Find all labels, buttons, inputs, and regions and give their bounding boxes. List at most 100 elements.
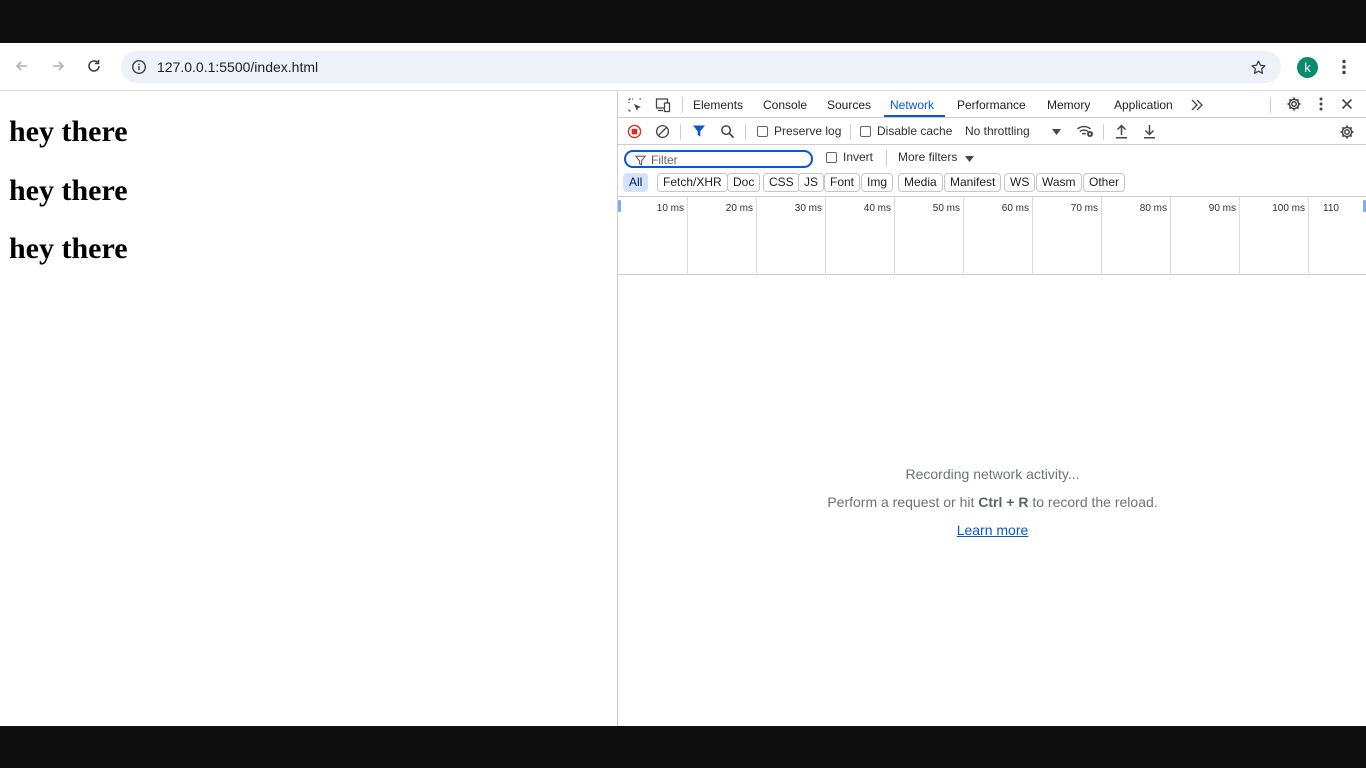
type-filter-js[interactable]: JS [798,173,825,192]
type-filter-ws[interactable]: WS [1004,173,1036,192]
type-filter-doc[interactable]: Doc [727,173,761,192]
devtools-more-icon[interactable] [1314,95,1328,113]
separator [1103,124,1104,140]
reload-button[interactable] [82,54,106,78]
network-conditions-icon[interactable] [1076,123,1094,139]
tab-application[interactable]: Application [1114,98,1173,112]
close-devtools-icon[interactable] [1338,95,1356,113]
type-filter-font[interactable]: Font [824,173,861,192]
device-toolbar-icon[interactable] [654,96,672,114]
recording-message: Recording network activity... [905,466,1080,482]
timeline-tick-label: 30 ms [794,203,822,214]
tab-console[interactable]: Console [763,98,807,112]
address-url[interactable]: 127.0.0.1:5500/index.html [157,59,318,75]
network-toolbar: Preserve log Disable cache No throttling [618,118,1366,145]
reload-hint: Perform a request or hit Ctrl + R to rec… [618,494,1366,510]
timeline-tick-label: 70 ms [1070,203,1098,214]
timeline-tick-label: 80 ms [1139,203,1167,214]
empty-state: Recording network activity... Perform a … [618,466,1366,538]
arrow-left-icon [15,61,27,71]
bookmark-star-icon[interactable] [1248,57,1268,77]
type-filter-css[interactable]: CSS [763,173,800,192]
timeline-left-handle[interactable] [618,200,621,212]
screen-bottom-bar [0,726,1366,768]
type-filter-other[interactable]: Other [1083,173,1126,192]
tab-memory[interactable]: Memory [1047,98,1090,112]
active-tab-indicator [884,115,945,117]
back-button[interactable] [10,54,34,78]
type-filter-wasm[interactable]: Wasm [1036,173,1082,192]
filter-funnel-icon[interactable] [691,123,707,139]
timeline-tick-label: 40 ms [863,203,891,214]
timeline-gridline [894,197,895,275]
more-filters-dropdown[interactable]: More filters [898,150,957,164]
type-filter-bar: All Fetch/XHR Doc CSS JS Font Img Media … [618,171,1366,197]
filter-placeholder: Filter [651,153,678,167]
chrome-menu-icon[interactable] [1334,56,1354,78]
preserve-log-label[interactable]: Preserve log [774,124,841,138]
devtools-panel: Elements Console Sources Network Perform… [617,91,1366,726]
arrow-right-icon [53,61,65,71]
throttling-select[interactable]: No throttling [965,124,1030,138]
network-settings-gear-icon[interactable] [1338,123,1356,141]
timeline-tick-label: 10 ms [656,203,684,214]
reload-icon [88,60,100,72]
tab-elements[interactable]: Elements [693,98,743,112]
browser-window: 127.0.0.1:5500/index.html k hey there he… [0,43,1366,726]
disable-cache-label[interactable]: Disable cache [877,124,952,138]
separator [745,124,746,140]
type-filter-img[interactable]: Img [861,173,894,192]
address-bar[interactable]: 127.0.0.1:5500/index.html [121,51,1281,83]
timeline-overview[interactable]: 10 ms 20 ms 30 ms 40 ms 50 ms 60 ms 70 ms 80 ms… [618,197,1366,275]
timeline-tick-label: 50 ms [932,203,960,214]
timeline-gridline [756,197,757,275]
filter-funnel-icon [635,155,646,166]
preserve-log-checkbox[interactable] [757,126,768,137]
timeline-tick-label: 100 ms [1272,203,1305,214]
hint-prefix: Perform a request or hit [827,494,979,510]
separator [1270,97,1271,113]
type-filter-manifest[interactable]: Manifest [944,173,1002,192]
upload-har-icon[interactable] [1113,123,1129,139]
disable-cache-checkbox[interactable] [860,126,871,137]
type-filter-media[interactable]: Media [898,173,943,192]
chevron-down-icon[interactable] [1051,127,1061,137]
tab-performance[interactable]: Performance [957,98,1026,112]
timeline-gridline [1239,197,1240,275]
download-har-icon[interactable] [1141,123,1157,139]
page-heading-2: hey there [9,174,128,207]
search-icon[interactable] [719,123,735,139]
screen-top-bar [0,0,1366,43]
timeline-tick-label: 20 ms [725,203,753,214]
timeline-tick-label: 110 [1323,203,1339,214]
tab-sources[interactable]: Sources [827,98,871,112]
timeline-gridline [1032,197,1033,275]
filter-row: Filter Invert More filters [618,145,1366,171]
clear-icon[interactable] [654,123,670,139]
invert-checkbox[interactable] [826,152,837,163]
learn-more-link[interactable]: Learn more [618,522,1366,538]
separator [682,97,683,113]
site-info-icon[interactable] [129,57,149,77]
filter-input[interactable]: Filter [624,150,813,168]
timeline-gridline [825,197,826,275]
page-heading-3: hey there [9,232,128,265]
profile-avatar[interactable]: k [1297,57,1318,78]
type-filter-fetch-xhr[interactable]: Fetch/XHR [657,173,728,192]
page-viewport: hey there hey there hey there [0,91,617,726]
hint-shortcut: Ctrl + R [978,494,1029,510]
invert-label[interactable]: Invert [843,150,873,164]
devtools-tabbar: Elements Console Sources Network Perform… [618,91,1366,118]
stop-recording-icon[interactable] [626,123,642,139]
devtools-settings-gear-icon[interactable] [1285,95,1303,113]
separator [680,124,681,140]
separator [850,124,851,140]
forward-button[interactable] [46,54,70,78]
chevron-down-icon[interactable] [964,154,974,164]
hint-suffix: to record the reload. [1028,494,1158,510]
type-filter-all[interactable]: All [623,173,649,192]
timeline-gridline [963,197,964,275]
tab-network[interactable]: Network [890,98,934,112]
more-tabs-chevron-icon[interactable] [1188,96,1206,114]
inspect-element-icon[interactable] [626,96,644,114]
